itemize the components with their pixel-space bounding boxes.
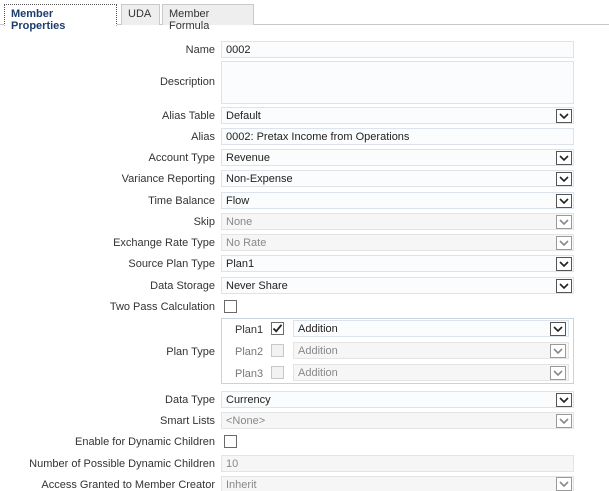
checkmark-icon bbox=[272, 324, 283, 333]
smart-lists-dropdown-icon bbox=[556, 414, 572, 428]
data-storage-select[interactable]: Never Share bbox=[221, 277, 574, 294]
plan1-label: Plan1 bbox=[235, 324, 264, 336]
source-plan-type-select[interactable]: Plan1 bbox=[221, 255, 574, 272]
access-granted-label: Access Granted to Member Creator bbox=[41, 479, 215, 491]
num-dynamic-children-label: Number of Possible Dynamic Children bbox=[29, 458, 215, 470]
data-type-dropdown-icon[interactable] bbox=[556, 393, 572, 407]
data-type-select[interactable]: Currency bbox=[221, 391, 574, 408]
plan3-checkbox bbox=[271, 366, 284, 379]
alias-table-select[interactable]: Default bbox=[221, 107, 574, 124]
access-granted-select: Inherit bbox=[221, 476, 574, 491]
account-type-dropdown-icon[interactable] bbox=[556, 151, 572, 165]
skip-dropdown-icon bbox=[556, 215, 572, 229]
exchange-rate-type-label: Exchange Rate Type bbox=[113, 237, 215, 249]
skip-select: None bbox=[221, 213, 574, 230]
plan2-aggregation-select: Addition bbox=[293, 342, 569, 359]
two-pass-label: Two Pass Calculation bbox=[109, 301, 215, 313]
plan3-aggregation-dropdown-icon bbox=[550, 366, 566, 380]
plan1-aggregation-select[interactable]: Addition bbox=[293, 320, 569, 337]
alias-table-dropdown-icon[interactable] bbox=[556, 109, 572, 123]
plan1-checkbox[interactable] bbox=[271, 322, 284, 335]
smart-lists-select: <None> bbox=[221, 412, 574, 429]
time-balance-select[interactable]: Flow bbox=[221, 192, 574, 209]
variance-reporting-label: Variance Reporting bbox=[121, 173, 215, 185]
description-field[interactable] bbox=[221, 61, 574, 104]
alias-label: Alias bbox=[191, 131, 215, 143]
data-type-label: Data Type bbox=[165, 394, 215, 406]
account-type-label: Account Type bbox=[148, 152, 215, 164]
access-granted-dropdown-icon bbox=[556, 477, 572, 491]
tab-uda[interactable]: UDA bbox=[121, 4, 160, 25]
data-storage-label: Data Storage bbox=[150, 280, 215, 292]
description-label: Description bbox=[159, 76, 215, 88]
account-type-select[interactable]: Revenue bbox=[221, 149, 574, 166]
two-pass-checkbox[interactable] bbox=[224, 300, 237, 313]
tab-bar: Member Properties UDA Member Formula bbox=[0, 0, 609, 32]
skip-label: Skip bbox=[193, 216, 215, 228]
name-field[interactable]: 0002 bbox=[221, 41, 574, 58]
alias-field[interactable]: 0002: Pretax Income from Operations bbox=[221, 128, 574, 145]
name-label: Name bbox=[185, 44, 215, 56]
plan2-checkbox bbox=[271, 344, 284, 357]
smart-lists-label: Smart Lists bbox=[159, 415, 215, 427]
time-balance-dropdown-icon[interactable] bbox=[556, 194, 572, 208]
source-plan-type-dropdown-icon[interactable] bbox=[556, 257, 572, 271]
tab-member-properties[interactable]: Member Properties bbox=[4, 4, 117, 32]
time-balance-label: Time Balance bbox=[148, 195, 215, 207]
plan2-label: Plan2 bbox=[235, 346, 264, 358]
dynamic-children-checkbox[interactable] bbox=[224, 435, 237, 448]
variance-reporting-select[interactable]: Non-Expense bbox=[221, 170, 574, 187]
dynamic-children-label: Enable for Dynamic Children bbox=[74, 436, 215, 448]
source-plan-type-label: Source Plan Type bbox=[128, 258, 215, 270]
plan2-aggregation-dropdown-icon bbox=[550, 344, 566, 358]
plan1-aggregation-dropdown-icon[interactable] bbox=[550, 322, 566, 336]
plan3-aggregation-select: Addition bbox=[293, 364, 569, 381]
alias-table-label: Alias Table bbox=[162, 110, 215, 122]
plan3-label: Plan3 bbox=[235, 368, 264, 380]
num-dynamic-children-field: 10 bbox=[221, 455, 574, 472]
plan-type-label: Plan Type bbox=[166, 346, 215, 358]
exchange-rate-type-dropdown-icon bbox=[556, 236, 572, 250]
exchange-rate-type-select: No Rate bbox=[221, 234, 574, 251]
variance-reporting-dropdown-icon[interactable] bbox=[556, 172, 572, 186]
data-storage-dropdown-icon[interactable] bbox=[556, 279, 572, 293]
tab-member-formula[interactable]: Member Formula bbox=[162, 4, 254, 32]
